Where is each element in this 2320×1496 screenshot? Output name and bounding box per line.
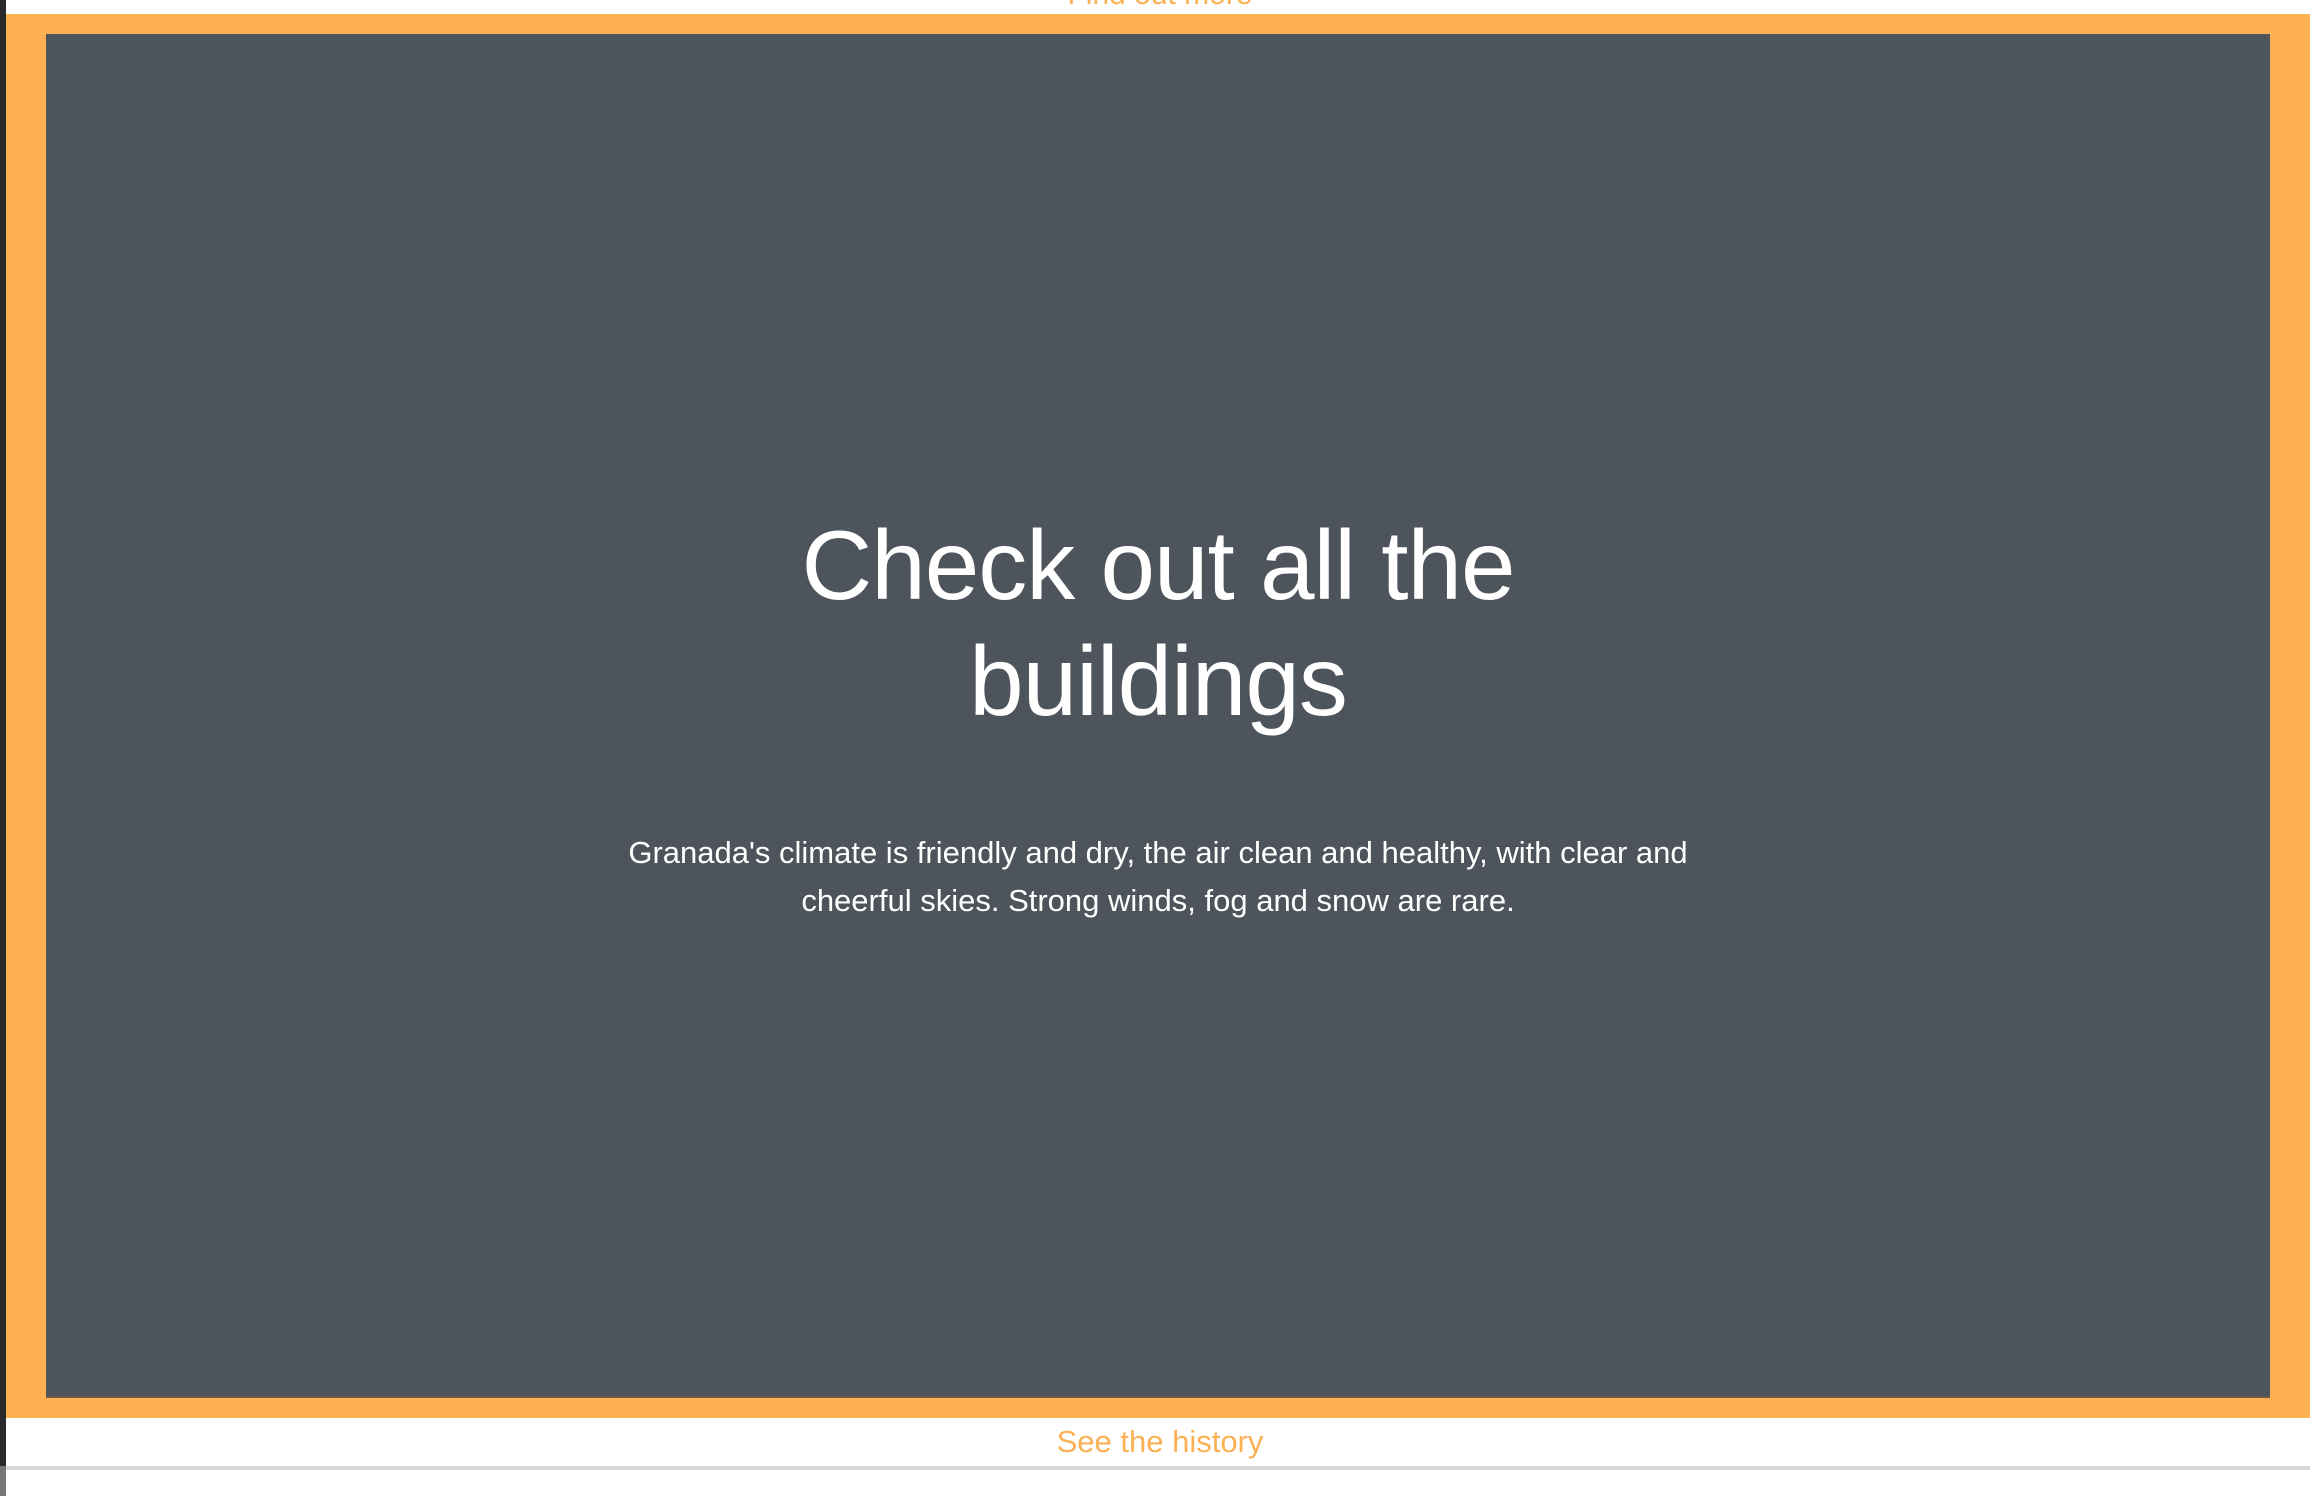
hero-description: Granada's climate is friendly and dry, t…	[628, 835, 1688, 918]
divider	[6, 1466, 2310, 1470]
window-edge	[0, 1466, 6, 1496]
hero-panel: Check out all the buildings Granada's cl…	[46, 34, 2270, 1398]
hero-frame: Check out all the buildings Granada's cl…	[6, 14, 2310, 1418]
find-out-more-link[interactable]: Find out more	[0, 0, 2320, 12]
hero-title: Check out all the buildings	[801, 510, 1516, 736]
see-the-history-link[interactable]: See the history	[0, 1424, 2320, 1460]
